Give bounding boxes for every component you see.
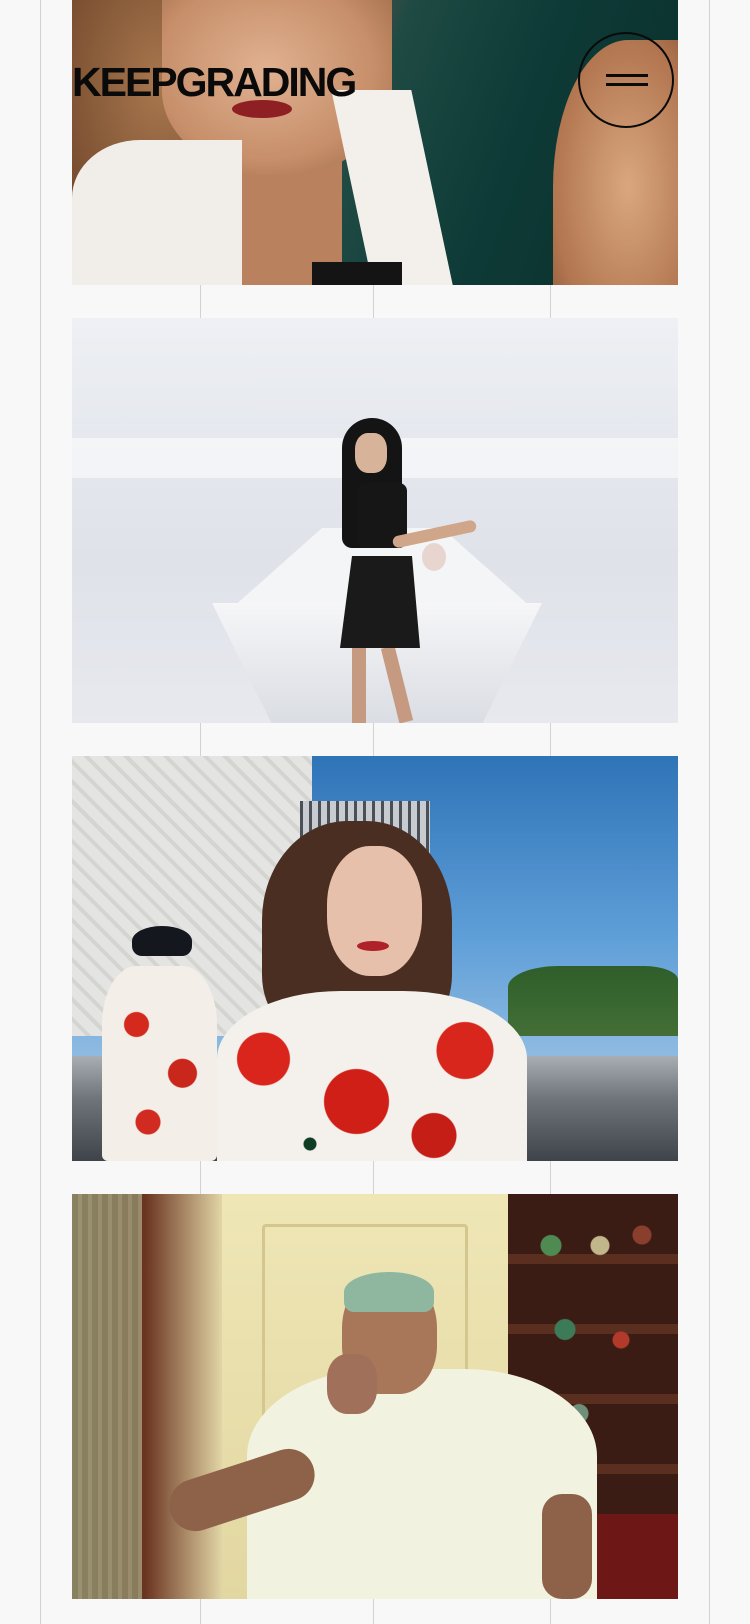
gallery-image-white-room-ping-pong[interactable] (72, 318, 678, 723)
image-detail-blazer (72, 140, 242, 285)
grid-tick (373, 1599, 374, 1624)
grid-tick (373, 285, 374, 318)
image-detail-hand (327, 1354, 377, 1414)
image-detail-arm (542, 1494, 592, 1599)
grid-line-left (40, 0, 41, 1624)
grid-tick (550, 285, 551, 318)
image-detail-hair (344, 1272, 434, 1312)
grid-tick (200, 1161, 201, 1194)
image-detail-face (355, 433, 387, 473)
gallery-image-man-white-tee[interactable] (72, 1194, 678, 1599)
image-detail-skirt (340, 556, 420, 648)
image-detail-poppy-shirt (217, 991, 527, 1161)
grid-tick (200, 285, 201, 318)
image-detail-ball (422, 543, 446, 571)
grid-tick (373, 1161, 374, 1194)
image-detail-leg (352, 646, 366, 723)
image-detail-top (312, 262, 402, 285)
grid-tick (550, 1161, 551, 1194)
gallery-image-rooftop-poppy-shirts[interactable] (72, 756, 678, 1161)
grid-line-right (709, 0, 710, 1624)
grid-tick (200, 1599, 201, 1624)
image-detail-curtain (72, 1194, 142, 1599)
image-detail-background-person (102, 966, 217, 1161)
grid-tick (550, 723, 551, 756)
menu-button[interactable] (578, 32, 674, 128)
grid-tick (200, 723, 201, 756)
image-detail-hat (132, 926, 192, 956)
image-detail-trees (508, 966, 678, 1036)
image-detail-blazer-lapel (331, 90, 453, 285)
gallery-image-woman-white-blazer[interactable] (72, 0, 678, 285)
grid-tick (373, 723, 374, 756)
image-detail-face (327, 846, 422, 976)
image-detail-lips (357, 941, 389, 951)
site-logo[interactable]: KEEPGRADING (72, 62, 357, 103)
grid-tick (550, 1599, 551, 1624)
